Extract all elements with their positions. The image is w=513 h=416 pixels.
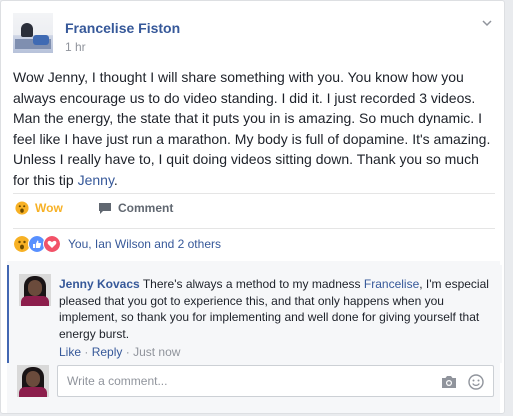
meta-separator: · xyxy=(84,345,89,359)
current-user-avatar xyxy=(17,365,49,397)
comment-item: Jenny Kovacs There's always a method to … xyxy=(7,265,502,363)
comment-mention-link[interactable]: Francelise xyxy=(364,277,419,291)
meta-separator: · xyxy=(125,345,130,359)
commenter-avatar[interactable] xyxy=(19,274,51,306)
emoji-icon[interactable] xyxy=(468,374,484,390)
wow-icon xyxy=(15,201,29,215)
post-actions: Wow Comment xyxy=(13,201,495,221)
comments-section: Jenny Kovacs There's always a method to … xyxy=(7,261,502,413)
author-avatar[interactable] xyxy=(13,13,53,53)
post-timestamp[interactable]: 1 hr xyxy=(65,40,86,54)
love-icon xyxy=(43,235,61,253)
post-text: Wow Jenny, I thought I will share someth… xyxy=(13,67,495,190)
comment-like-link[interactable]: Like xyxy=(59,345,81,359)
comment-timestamp[interactable]: Just now xyxy=(133,345,180,359)
post-author-name[interactable]: Francelise Fiston xyxy=(65,20,180,36)
divider xyxy=(13,228,495,229)
comment-text: There's always a method to my madness xyxy=(142,277,364,291)
comment-icon xyxy=(99,202,111,214)
comment-button[interactable]: Comment xyxy=(98,201,173,215)
comment-meta: Like · Reply · Just now xyxy=(59,345,180,359)
comment-body: Jenny Kovacs There's always a method to … xyxy=(59,276,489,342)
chevron-down-icon[interactable] xyxy=(481,17,493,29)
wow-reaction-button[interactable]: Wow xyxy=(15,201,63,215)
post-text-body: Wow Jenny, I thought I will share someth… xyxy=(13,69,491,188)
post-mention-link[interactable]: Jenny xyxy=(78,172,114,188)
post-card: Francelise Fiston 1 hr Wow Jenny, I thou… xyxy=(0,0,505,414)
comment-input[interactable]: Write a comment... xyxy=(57,365,494,397)
comment-input-placeholder: Write a comment... xyxy=(67,374,168,388)
divider xyxy=(13,193,495,194)
comment-label: Comment xyxy=(118,201,174,215)
post-text-end: . xyxy=(113,171,118,188)
comment-author-name[interactable]: Jenny Kovacs xyxy=(59,277,140,291)
wow-label: Wow xyxy=(35,201,63,215)
reactions-summary-text[interactable]: You, Ian Wilson and 2 others xyxy=(68,237,221,251)
comment-reply-link[interactable]: Reply xyxy=(92,345,123,359)
reactions-summary[interactable]: You, Ian Wilson and 2 others xyxy=(13,235,221,253)
camera-icon[interactable] xyxy=(441,374,457,390)
